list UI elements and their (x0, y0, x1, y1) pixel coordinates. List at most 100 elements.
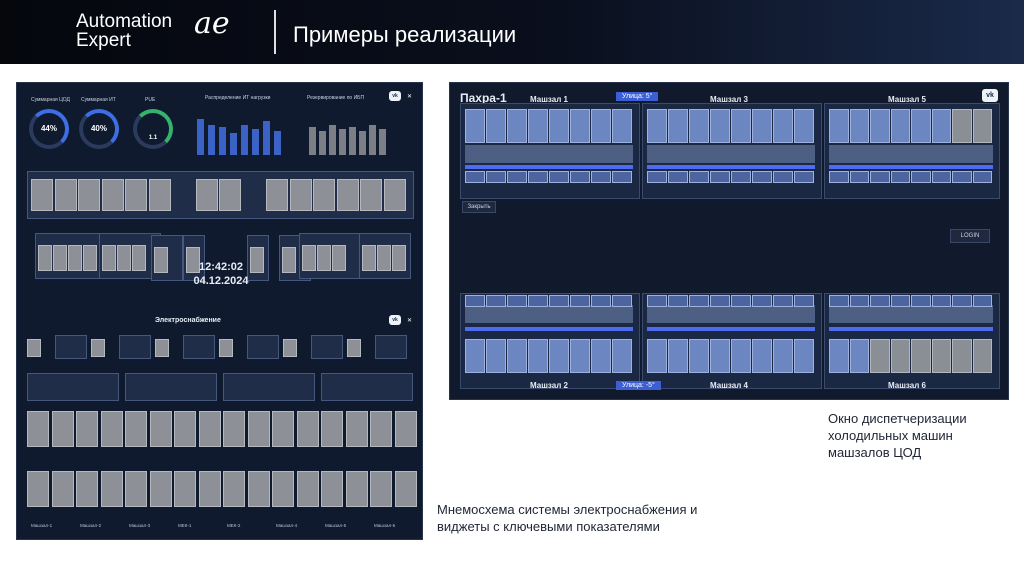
chiller-subunit (849, 171, 869, 183)
chiller-subunit (612, 295, 632, 307)
vk-icon[interactable]: vk (982, 89, 998, 102)
chiller-unit (507, 109, 527, 143)
chart1-bar (252, 129, 259, 155)
chiller-unit (752, 109, 772, 143)
logo: Automation Expert ae (76, 9, 230, 51)
pipe-line (465, 165, 633, 169)
chart1-bar (274, 131, 281, 155)
load-cell (394, 471, 417, 507)
chart2-bar (329, 125, 336, 155)
pipe-line (829, 327, 993, 331)
chiller-unit (911, 339, 931, 373)
login-button[interactable]: LOGIN (950, 229, 990, 243)
chiller-subunit (591, 171, 611, 183)
chiller-subunit (952, 295, 972, 307)
chiller-unit (570, 339, 590, 373)
chiller-unit (710, 339, 730, 373)
clock-time: 12:42:02 (198, 261, 244, 273)
load-cell (321, 471, 343, 507)
chart1-bar (208, 125, 215, 155)
clock-date: 04.12.2024 (193, 275, 249, 287)
ups-cell (53, 245, 67, 271)
chiller-subunit (570, 295, 590, 307)
load-cell (76, 471, 98, 507)
ups-cell (83, 245, 97, 271)
chart1-bar (197, 119, 204, 155)
close-button[interactable]: Закрыть (462, 201, 496, 213)
load-cell (198, 471, 221, 507)
chiller-unit (794, 109, 814, 143)
feeder-cell (125, 411, 147, 447)
chart2-bar (379, 129, 386, 155)
chiller-dispatch-screenshot: Пахра-1 Машзал 1 Улица: 5° Машзал 3 Машз… (449, 82, 1009, 400)
chiller-unit (773, 109, 793, 143)
chiller-unit (870, 339, 890, 373)
vk-icon-2[interactable]: vk (389, 315, 401, 325)
chiller-unit (890, 339, 910, 373)
transformer (219, 339, 233, 357)
switchboard-cell (54, 179, 77, 211)
bottom-label: Машзал-3 (129, 523, 151, 528)
ups-cell (377, 245, 391, 271)
chiller-subunit (591, 295, 611, 307)
bottom-label: Машзал-6 (374, 523, 396, 528)
chart1-bar (230, 133, 237, 155)
close-icon[interactable]: ✕ (407, 93, 412, 100)
vk-icon[interactable]: vk (389, 91, 401, 101)
load-cell (296, 471, 319, 507)
chiller-unit (849, 339, 869, 373)
chiller-unit (794, 339, 814, 373)
switchboard-row-b (223, 373, 315, 401)
chiller-unit (849, 109, 869, 143)
transformer-info (55, 335, 87, 359)
chiller-subunit (710, 295, 730, 307)
pump-stripe (647, 145, 815, 163)
street-temp-top: Улица: 5° (616, 92, 659, 101)
chart2-bar (309, 127, 316, 155)
transformer-info (375, 335, 407, 359)
switchboard-cell (360, 179, 382, 211)
ups-cell (38, 245, 52, 271)
chiller-subunit (668, 295, 688, 307)
header-divider (274, 10, 276, 54)
chiller-unit (668, 109, 688, 143)
chiller-subunit (794, 295, 814, 307)
bottom-label: Машзал-5 (325, 523, 347, 528)
transformer-info (311, 335, 343, 359)
transformer-info (119, 335, 151, 359)
close-icon-2[interactable]: ✕ (407, 317, 412, 324)
chiller-subunit (870, 295, 890, 307)
chiller-unit (773, 339, 793, 373)
top-bar: Automation Expert ae Примеры реализации (0, 0, 1024, 64)
chiller-subunit (752, 295, 772, 307)
kpi-label-dc: Суммарная ЦОД (31, 97, 70, 103)
chiller-subunit (486, 171, 506, 183)
chiller-unit (528, 109, 548, 143)
feeder-cell (394, 411, 417, 447)
chiller-unit (710, 109, 730, 143)
chiller-unit (647, 109, 667, 143)
ups-cell (332, 245, 346, 271)
pump-stripe (647, 305, 815, 323)
chiller-subunit (972, 171, 992, 183)
chiller-subunit (689, 295, 709, 307)
chiller-subunit (829, 171, 849, 183)
chiller-subunit (731, 295, 751, 307)
chiller-subunit (710, 171, 730, 183)
chart2-bar (319, 131, 326, 155)
chart2-bar (359, 131, 366, 155)
pump-stripe (465, 305, 633, 323)
switchboard-row-b (125, 373, 217, 401)
ups-cell (132, 245, 146, 271)
load-cell (223, 471, 245, 507)
chiller-subunit (549, 295, 569, 307)
feeder-cell (345, 411, 368, 447)
feeder-cell (272, 411, 294, 447)
chiller-unit (549, 109, 569, 143)
chiller-subunit (465, 171, 485, 183)
chiller-subunit (528, 171, 548, 183)
power-mnemonic-screenshot: Суммарная ЦОД Суммарная ИТ PUE 44% 40% 1… (16, 82, 423, 540)
pue-gauge (133, 109, 173, 149)
kpi-label-pue: PUE (145, 97, 156, 103)
chart1-bar (219, 127, 226, 155)
